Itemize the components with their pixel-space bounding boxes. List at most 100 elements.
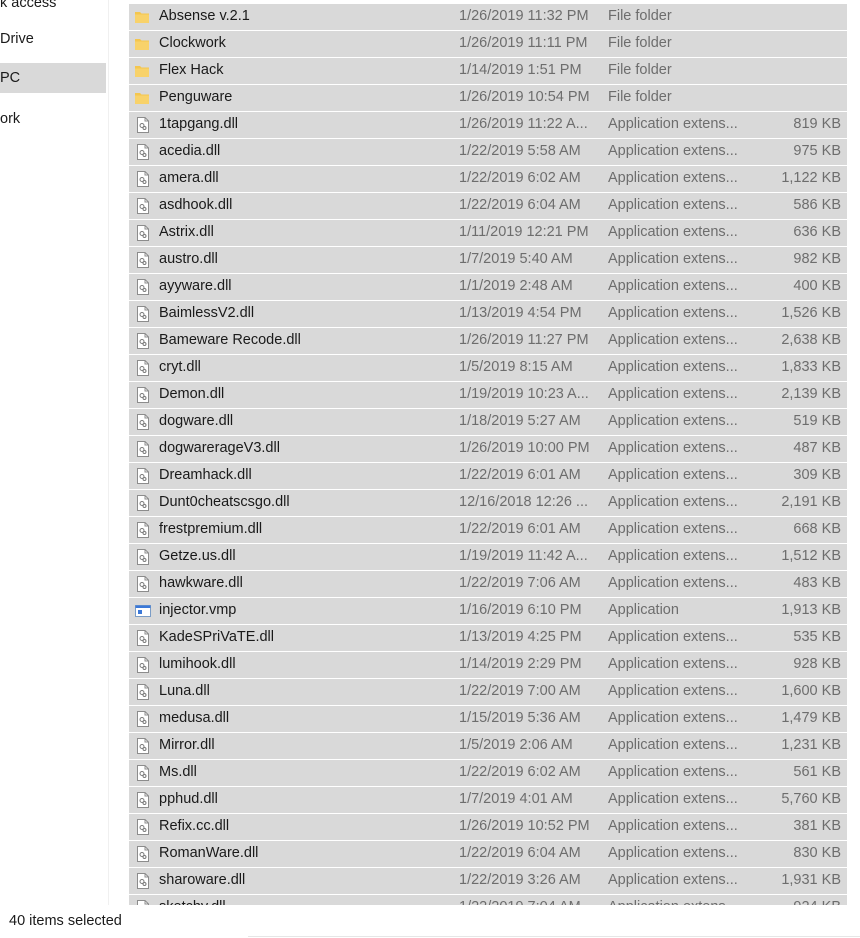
dll-file-icon <box>135 441 151 457</box>
nav-item-quick-access[interactable]: k access <box>0 0 106 18</box>
file-row[interactable]: injector.vmp 1/16/2019 6:10 PM Application… <box>129 598 847 625</box>
file-type: Application extens... <box>608 494 738 510</box>
file-type: Application extens... <box>608 656 738 672</box>
file-row[interactable]: Mirror.dll 1/5/2019 2:06 AM Application ex… <box>129 733 847 760</box>
folder-row[interactable]: Clockwork 1/26/2019 11:11 PM File folder <box>129 31 847 58</box>
file-row[interactable]: medusa.dll 1/15/2019 5:36 AM Application e… <box>129 706 847 733</box>
file-name: asdhook.dll <box>159 197 233 213</box>
file-type: Application extens... <box>608 224 738 240</box>
dll-file-icon <box>135 252 151 268</box>
date-modified: 1/14/2019 2:29 PM <box>459 656 582 672</box>
file-row[interactable]: cryt.dll 1/5/2019 8:15 AM Application exte… <box>129 355 847 382</box>
dll-file-icon <box>135 117 151 133</box>
file-row[interactable]: austro.dll 1/7/2019 5:40 AM Application ex… <box>129 247 847 274</box>
date-modified: 1/26/2019 11:11 PM <box>459 35 588 51</box>
file-row[interactable]: pphud.dll 1/7/2019 4:01 AM Application ext… <box>129 787 847 814</box>
file-row[interactable]: Ms.dll 1/22/2019 6:02 AM Application exten… <box>129 760 847 787</box>
file-size: 5,760 KB <box>781 791 841 807</box>
dll-file-icon <box>135 387 151 403</box>
divider <box>248 936 860 937</box>
file-row[interactable]: Demon.dll 1/19/2019 10:23 A... Application… <box>129 382 847 409</box>
file-type: Application extens... <box>608 332 738 348</box>
date-modified: 1/7/2019 4:01 AM <box>459 791 573 807</box>
date-modified: 12/16/2018 12:26 ... <box>459 494 588 510</box>
file-row[interactable]: sharoware.dll 1/22/2019 3:26 AM Applicatio… <box>129 868 847 895</box>
date-modified: 1/5/2019 8:15 AM <box>459 359 573 375</box>
file-size: 586 KB <box>793 197 841 213</box>
file-name: Clockwork <box>159 35 226 51</box>
file-row[interactable]: dogwarerageV3.dll 1/26/2019 10:00 PM Appli… <box>129 436 847 463</box>
file-type: Application extens... <box>608 521 738 537</box>
file-size: 483 KB <box>793 575 841 591</box>
file-row[interactable]: asdhook.dll 1/22/2019 6:04 AM Application … <box>129 193 847 220</box>
file-size: 487 KB <box>793 440 841 456</box>
folder-row[interactable]: Penguware 1/26/2019 10:54 PM File folder <box>129 85 847 112</box>
dll-file-icon <box>135 684 151 700</box>
file-row[interactable]: amera.dll 1/22/2019 6:02 AM Application ex… <box>129 166 847 193</box>
dll-file-icon <box>135 333 151 349</box>
date-modified: 1/22/2019 3:26 AM <box>459 872 581 888</box>
date-modified: 1/26/2019 11:27 PM <box>459 332 589 348</box>
date-modified: 1/19/2019 10:23 A... <box>459 386 589 402</box>
file-name: Ms.dll <box>159 764 197 780</box>
dll-file-icon <box>135 144 151 160</box>
file-size: 1,931 KB <box>781 872 841 888</box>
dll-file-icon <box>135 522 151 538</box>
nav-item-this-pc[interactable]: PC <box>0 63 106 93</box>
file-row[interactable]: KadeSPriVaTE.dll 1/13/2019 4:25 PM Applica… <box>129 625 847 652</box>
folder-row[interactable]: Absense v.2.1 1/26/2019 11:32 PM File fold… <box>129 4 847 31</box>
file-type: Application extens... <box>608 359 738 375</box>
nav-item-network[interactable]: ork <box>0 104 106 134</box>
file-row[interactable]: frestpremium.dll 1/22/2019 6:01 AM Applica… <box>129 517 847 544</box>
file-row[interactable]: Dunt0cheatscsgo.dll 12/16/2018 12:26 ... A… <box>129 490 847 517</box>
file-name: pphud.dll <box>159 791 218 807</box>
file-size: 1,600 KB <box>781 683 841 699</box>
file-row[interactable]: hawkware.dll 1/22/2019 7:06 AM Application… <box>129 571 847 598</box>
file-size: 928 KB <box>793 656 841 672</box>
dll-file-icon <box>135 279 151 295</box>
file-type: Application extens... <box>608 251 738 267</box>
dll-file-icon <box>135 198 151 214</box>
nav-item-onedrive[interactable]: Drive <box>0 24 106 54</box>
file-row[interactable]: lumihook.dll 1/14/2019 2:29 PM Application… <box>129 652 847 679</box>
dll-file-icon <box>135 657 151 673</box>
file-type: Application extens... <box>608 629 738 645</box>
file-row[interactable]: Refix.cc.dll 1/26/2019 10:52 PM Applicatio… <box>129 814 847 841</box>
date-modified: 1/26/2019 10:00 PM <box>459 440 590 456</box>
file-type: Application extens... <box>608 548 738 564</box>
nav-item-label: PC <box>0 70 21 86</box>
file-row[interactable]: Dreamhack.dll 1/22/2019 6:01 AM Applicatio… <box>129 463 847 490</box>
file-row[interactable]: acedia.dll 1/22/2019 5:58 AM Application e… <box>129 139 847 166</box>
date-modified: 1/19/2019 11:42 A... <box>459 548 588 564</box>
file-size: 636 KB <box>793 224 841 240</box>
nav-item-label: k access <box>0 0 57 11</box>
file-row[interactable]: ayyware.dll 1/1/2019 2:48 AM Application e… <box>129 274 847 301</box>
file-size: 519 KB <box>793 413 841 429</box>
file-row[interactable]: Getze.us.dll 1/19/2019 11:42 A... Applicat… <box>129 544 847 571</box>
file-name: acedia.dll <box>159 143 221 159</box>
nav-item-label: Drive <box>0 31 34 47</box>
file-name: Luna.dll <box>159 683 210 699</box>
file-type: Application extens... <box>608 683 738 699</box>
file-row[interactable]: RomanWare.dll 1/22/2019 6:04 AM Applicatio… <box>129 841 847 868</box>
date-modified: 1/16/2019 6:10 PM <box>459 602 582 618</box>
file-row[interactable]: 1tapgang.dll 1/26/2019 11:22 A... Applicat… <box>129 112 847 139</box>
file-name: Bameware Recode.dll <box>159 332 301 348</box>
dll-file-icon <box>135 495 151 511</box>
dll-file-icon <box>135 630 151 646</box>
folder-icon <box>135 38 151 54</box>
file-row[interactable]: sketchy.dll1/22/2019 7:04 AMApplication … <box>129 895 847 905</box>
file-row[interactable]: Astrix.dll 1/11/2019 12:21 PM Application … <box>129 220 847 247</box>
dll-file-icon <box>135 576 151 592</box>
dll-file-icon <box>135 414 151 430</box>
file-row[interactable]: Bameware Recode.dll 1/26/2019 11:27 PM App… <box>129 328 847 355</box>
file-name: RomanWare.dll <box>159 845 259 861</box>
file-row[interactable]: BaimlessV2.dll 1/13/2019 4:54 PM Applicati… <box>129 301 847 328</box>
folder-row[interactable]: Flex Hack 1/14/2019 1:51 PM File folder <box>129 58 847 85</box>
dll-file-icon <box>135 792 151 808</box>
file-type: Application extens... <box>608 710 738 726</box>
file-name: cryt.dll <box>159 359 201 375</box>
file-row[interactable]: dogware.dll 1/18/2019 5:27 AM Application … <box>129 409 847 436</box>
file-type: Application extens... <box>608 467 738 483</box>
file-row[interactable]: Luna.dll 1/22/2019 7:00 AM Application ext… <box>129 679 847 706</box>
